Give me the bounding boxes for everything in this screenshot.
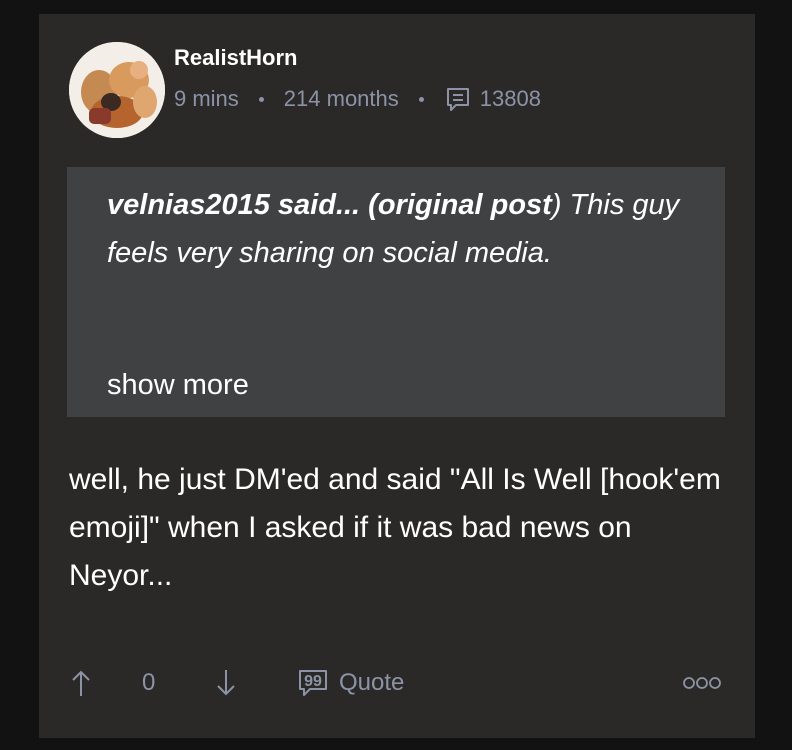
quote-close-paren: ) xyxy=(551,189,562,221)
username[interactable]: RealistHorn xyxy=(174,44,297,72)
quote-label: Quote xyxy=(339,669,405,696)
comment-count: 13808 xyxy=(479,86,541,111)
downvote-button[interactable] xyxy=(214,664,238,702)
vote-count: 0 xyxy=(142,669,156,696)
avatar-image xyxy=(69,42,165,138)
separator-dot xyxy=(418,96,424,102)
quoted-post: velnias2015 said... (original post) This… xyxy=(67,167,725,417)
arrow-up-icon xyxy=(72,670,90,696)
quote-text: velnias2015 said... (original post) This… xyxy=(107,181,707,277)
post-meta: 9 mins 214 months 13808 xyxy=(174,84,541,114)
quote-author[interactable]: velnias2015 said... (original post xyxy=(107,189,552,221)
time-ago: 9 mins xyxy=(174,86,239,111)
comments-icon xyxy=(444,85,472,113)
svg-text:99: 99 xyxy=(304,673,322,690)
post-body: well, he just DM'ed and said "All Is Wel… xyxy=(69,463,721,592)
separator-dot xyxy=(258,96,264,102)
quote-button[interactable]: 99 Quote xyxy=(297,664,404,702)
more-options-icon xyxy=(683,677,721,689)
user-avatar[interactable] xyxy=(69,42,165,138)
arrow-down-icon xyxy=(217,670,235,696)
show-more-link[interactable]: show more xyxy=(107,361,249,409)
upvote-button[interactable] xyxy=(69,664,93,702)
more-options-button[interactable] xyxy=(682,664,722,702)
member-age: 214 months xyxy=(283,86,399,111)
quote-icon: 99 xyxy=(299,670,327,696)
post-card: RealistHorn 9 mins 214 months 13808 veln… xyxy=(39,14,755,738)
post-actions: 0 99 Quote xyxy=(39,664,755,702)
